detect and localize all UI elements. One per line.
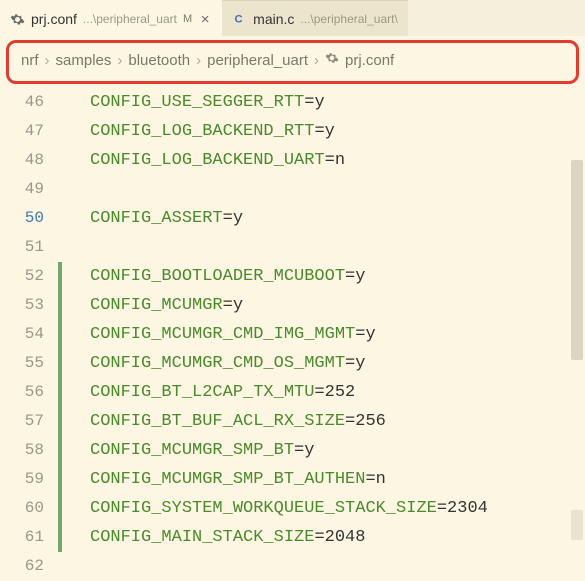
line-number: 53 xyxy=(0,291,58,320)
scrollbar-marker xyxy=(571,510,583,540)
change-indicator xyxy=(58,291,62,320)
change-indicator xyxy=(58,552,62,581)
change-indicator xyxy=(58,378,62,407)
code-line[interactable]: 57 CONFIG_BT_BUF_ACL_RX_SIZE=256 xyxy=(0,407,585,436)
chevron-right-icon: › xyxy=(117,52,122,69)
tab-subtitle: ...\peripheral_uart xyxy=(83,12,177,26)
change-indicator xyxy=(58,407,62,436)
chevron-right-icon: › xyxy=(45,52,50,69)
tab-modified-indicator: M xyxy=(183,13,192,25)
change-indicator xyxy=(58,320,62,349)
close-icon[interactable]: × xyxy=(198,12,212,26)
code-content: CONFIG_ASSERT=y xyxy=(90,204,243,233)
change-indicator xyxy=(58,88,62,117)
change-indicator xyxy=(58,233,62,262)
code-content: CONFIG_LOG_BACKEND_UART=n xyxy=(90,146,345,175)
tab-subtitle: ...\peripheral_uart\ xyxy=(300,12,397,26)
code-line[interactable]: 56 CONFIG_BT_L2CAP_TX_MTU=252 xyxy=(0,378,585,407)
code-content: CONFIG_BOOTLOADER_MCUBOOT=y xyxy=(90,262,365,291)
line-number: 50 xyxy=(0,204,58,233)
code-line[interactable]: 51 xyxy=(0,233,585,262)
code-editor[interactable]: 46 CONFIG_USE_SEGGER_RTT=y 47 CONFIG_LOG_BA… xyxy=(0,84,585,581)
code-line[interactable]: 48 CONFIG_LOG_BACKEND_UART=n xyxy=(0,146,585,175)
code-content: CONFIG_BT_BUF_ACL_RX_SIZE=256 xyxy=(90,407,386,436)
code-content: CONFIG_MCUMGR_CMD_OS_MGMT=y xyxy=(90,349,365,378)
change-indicator xyxy=(58,349,62,378)
line-number: 51 xyxy=(0,233,58,262)
scrollbar[interactable] xyxy=(569,40,583,540)
code-line[interactable]: 61 CONFIG_MAIN_STACK_SIZE=2048 xyxy=(0,523,585,552)
line-number: 59 xyxy=(0,465,58,494)
c-file-icon: C xyxy=(232,11,247,26)
gear-icon xyxy=(325,51,339,69)
line-number: 47 xyxy=(0,117,58,146)
code-line[interactable]: 52 CONFIG_BOOTLOADER_MCUBOOT=y xyxy=(0,262,585,291)
change-indicator xyxy=(58,262,62,291)
change-indicator xyxy=(58,146,62,175)
line-number: 58 xyxy=(0,436,58,465)
line-number: 52 xyxy=(0,262,58,291)
breadcrumb-item[interactable]: peripheral_uart xyxy=(207,52,308,69)
code-content: CONFIG_SYSTEM_WORKQUEUE_STACK_SIZE=2304 xyxy=(90,494,488,523)
code-content: CONFIG_LOG_BACKEND_RTT=y xyxy=(90,117,335,146)
code-content: CONFIG_MCUMGR=y xyxy=(90,291,243,320)
line-number: 61 xyxy=(0,523,58,552)
code-line[interactable]: 54 CONFIG_MCUMGR_CMD_IMG_MGMT=y xyxy=(0,320,585,349)
code-line[interactable]: 58 CONFIG_MCUMGR_SMP_BT=y xyxy=(0,436,585,465)
change-indicator xyxy=(58,117,62,146)
tab-title: main.c xyxy=(253,11,294,27)
tab-title: prj.conf xyxy=(31,11,77,27)
code-content: CONFIG_MCUMGR_SMP_BT=y xyxy=(90,436,314,465)
code-content: CONFIG_MCUMGR_SMP_BT_AUTHEN=n xyxy=(90,465,386,494)
code-line[interactable]: 53 CONFIG_MCUMGR=y xyxy=(0,291,585,320)
code-content: CONFIG_USE_SEGGER_RTT=y xyxy=(90,88,325,117)
code-line[interactable]: 59 CONFIG_MCUMGR_SMP_BT_AUTHEN=n xyxy=(0,465,585,494)
code-line[interactable]: 55 CONFIG_MCUMGR_CMD_OS_MGMT=y xyxy=(0,349,585,378)
breadcrumb-item[interactable]: samples xyxy=(56,52,112,69)
code-line[interactable]: 60 CONFIG_SYSTEM_WORKQUEUE_STACK_SIZE=230… xyxy=(0,494,585,523)
change-indicator xyxy=(58,523,62,552)
line-number: 48 xyxy=(0,146,58,175)
change-indicator xyxy=(58,175,62,204)
line-number: 57 xyxy=(0,407,58,436)
change-indicator xyxy=(58,436,62,465)
change-indicator xyxy=(58,465,62,494)
line-number: 49 xyxy=(0,175,58,204)
chevron-right-icon: › xyxy=(314,52,319,69)
code-content: CONFIG_MCUMGR_CMD_IMG_MGMT=y xyxy=(90,320,376,349)
tab-prj-conf[interactable]: prj.conf ...\peripheral_uart M × xyxy=(0,0,222,36)
line-number: 54 xyxy=(0,320,58,349)
line-number: 55 xyxy=(0,349,58,378)
line-number: 56 xyxy=(0,378,58,407)
breadcrumb-item[interactable]: bluetooth xyxy=(128,52,190,69)
tab-main-c[interactable]: C main.c ...\peripheral_uart\ xyxy=(222,0,408,36)
chevron-right-icon: › xyxy=(196,52,201,69)
breadcrumb-item[interactable]: nrf xyxy=(21,52,39,69)
code-line[interactable]: 46 CONFIG_USE_SEGGER_RTT=y xyxy=(0,88,585,117)
line-number: 62 xyxy=(0,552,58,581)
code-line[interactable]: 62 xyxy=(0,552,585,581)
code-line[interactable]: 50 CONFIG_ASSERT=y xyxy=(0,204,585,233)
scrollbar-thumb[interactable] xyxy=(571,160,583,360)
code-line[interactable]: 47 CONFIG_LOG_BACKEND_RTT=y xyxy=(0,117,585,146)
code-line[interactable]: 49 xyxy=(0,175,585,204)
change-indicator xyxy=(58,204,62,233)
code-content: CONFIG_BT_L2CAP_TX_MTU=252 xyxy=(90,378,355,407)
svg-text:C: C xyxy=(235,13,243,25)
breadcrumb-highlight: nrf › samples › bluetooth › peripheral_u… xyxy=(6,40,579,84)
line-number: 60 xyxy=(0,494,58,523)
gear-icon xyxy=(10,12,25,27)
breadcrumb: nrf › samples › bluetooth › peripheral_u… xyxy=(9,45,576,75)
breadcrumb-item[interactable]: prj.conf xyxy=(345,52,394,69)
code-content: CONFIG_MAIN_STACK_SIZE=2048 xyxy=(90,523,365,552)
change-indicator xyxy=(58,494,62,523)
tab-bar: prj.conf ...\peripheral_uart M × C main.… xyxy=(0,0,585,36)
line-number: 46 xyxy=(0,88,58,117)
